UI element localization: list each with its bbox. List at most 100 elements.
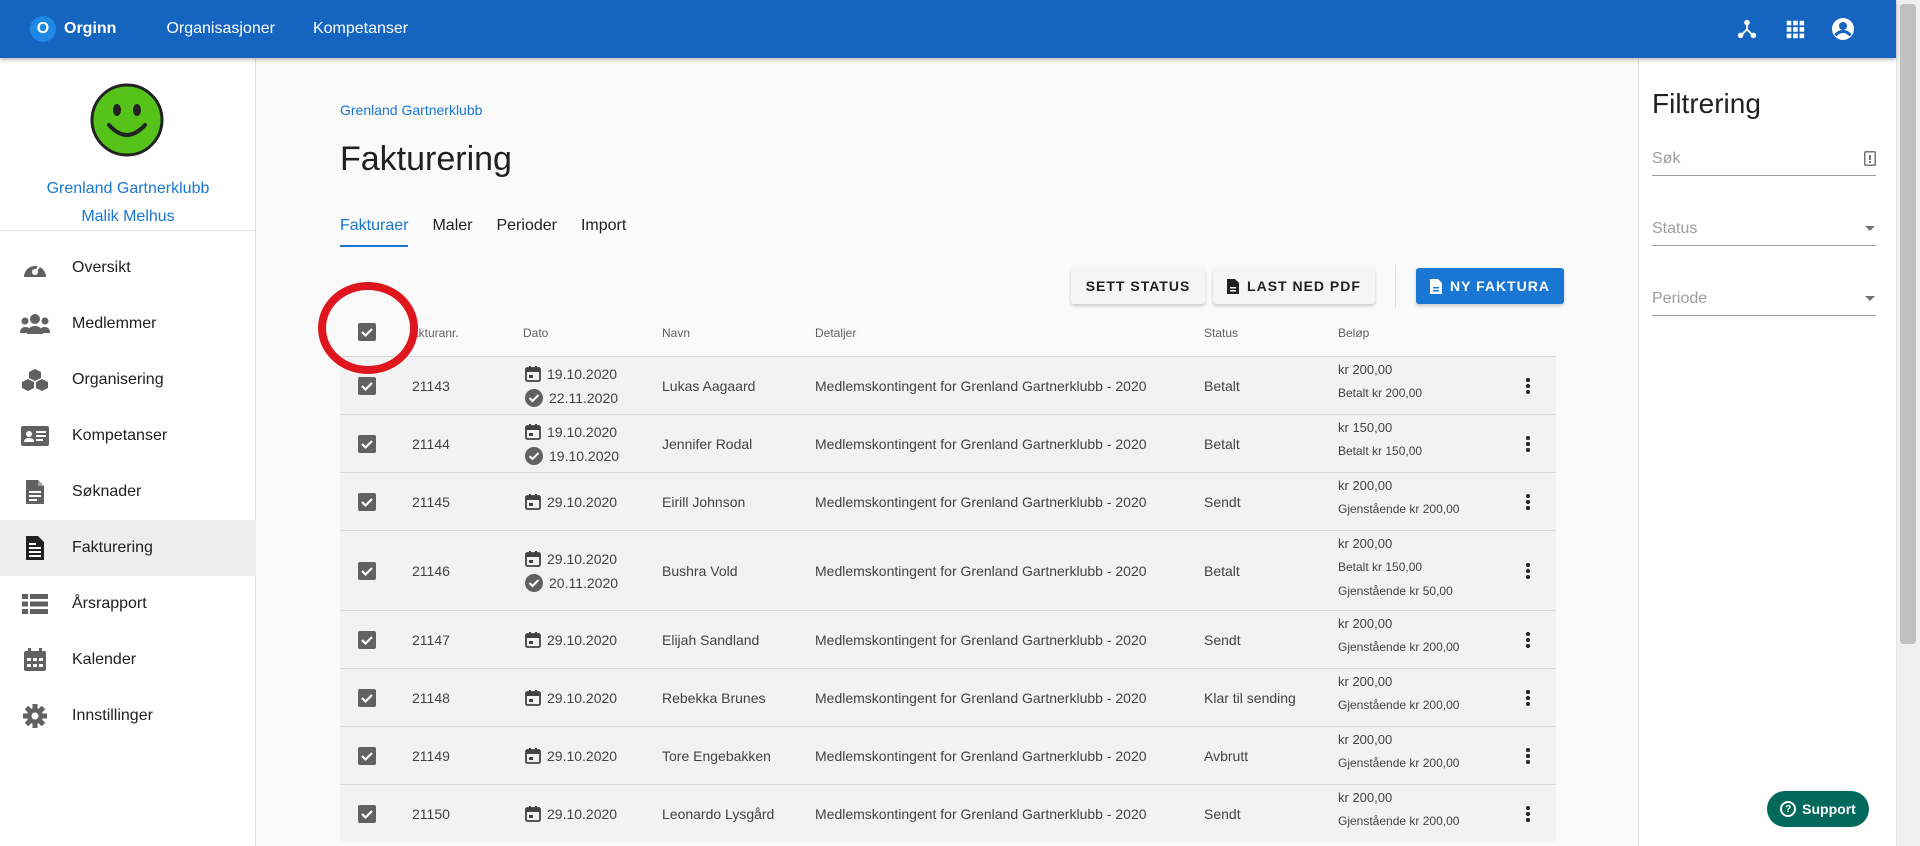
tab-maler[interactable]: Maler — [432, 217, 472, 247]
breadcrumb[interactable]: Grenland Gartnerklubb — [340, 102, 482, 118]
filter-panel: Filtrering Søk Status Periode ? Support — [1638, 58, 1896, 846]
row-checkbox[interactable] — [357, 804, 377, 824]
customer-name: Elijah Sandland — [662, 632, 760, 648]
column-header-navn[interactable]: Navn — [662, 326, 690, 340]
amount-line: Gjenstående kr 200,00 — [1338, 640, 1460, 654]
support-button[interactable]: ? Support — [1767, 791, 1869, 827]
date-cell: 29.10.2020 — [525, 802, 617, 826]
nav-organisasjoner[interactable]: Organisasjoner — [166, 20, 275, 38]
search-field[interactable]: Søk — [1652, 142, 1876, 176]
table-row[interactable]: 21148 29.10.2020 Rebekka Brunes Medlemskont… — [340, 668, 1556, 726]
column-header-detaljer[interactable]: Detaljer — [815, 326, 856, 340]
page-scrollbar[interactable] — [1896, 0, 1920, 846]
invoice-details: Medlemskontingent for Grenland Gartnerkl… — [815, 494, 1147, 510]
date-value: 19.10.2020 — [547, 366, 618, 382]
calendar-icon — [525, 748, 547, 764]
tab-perioder[interactable]: Perioder — [496, 217, 556, 247]
date-line: 20.11.2020 — [525, 571, 618, 595]
scrollbar-thumb[interactable] — [1900, 4, 1916, 644]
new-invoice-button[interactable]: NY FAKTURA — [1416, 268, 1564, 304]
nav-kompetanser[interactable]: Kompetanser — [313, 20, 408, 38]
invoice-status: Betalt — [1204, 378, 1240, 394]
more-vert-icon[interactable] — [1516, 802, 1540, 826]
row-checkbox[interactable] — [357, 746, 377, 766]
date-cell: 19.10.2020 22.11.2020 — [525, 362, 618, 410]
invoice-icon — [20, 533, 50, 563]
status-select[interactable]: Status — [1652, 212, 1876, 246]
row-checkbox[interactable] — [357, 376, 377, 396]
amount-line: kr 200,00 — [1338, 536, 1393, 551]
sidebar-item-kompetanser[interactable]: Kompetanser — [0, 408, 256, 464]
table-row[interactable]: 21146 29.10.2020 20.11.2020 Bushra Vold Medl… — [340, 530, 1556, 610]
customer-name: Leonardo Lysgård — [662, 806, 775, 822]
row-checkbox[interactable] — [357, 630, 377, 650]
sidebar-item-label: Fakturering — [72, 539, 153, 556]
sidebar-item-label: Medlemmer — [72, 315, 157, 332]
sidebar-item-organisering[interactable]: Organisering — [0, 352, 256, 408]
amount-line: kr 200,00 — [1338, 478, 1393, 493]
column-header-dato[interactable]: Dato — [523, 326, 548, 340]
toolbar-divider — [1395, 266, 1396, 308]
calendar-icon — [525, 806, 547, 822]
amount-line: kr 200,00 — [1338, 732, 1393, 747]
date-value: 29.10.2020 — [547, 748, 618, 764]
sidebar-item-kalender[interactable]: Kalender — [0, 632, 256, 688]
download-pdf-button[interactable]: LAST NED PDF — [1213, 268, 1375, 304]
sidebar-item-label: Organisering — [72, 371, 164, 388]
filter-title: Filtrering — [1652, 88, 1761, 119]
tab-import[interactable]: Import — [581, 217, 626, 247]
amount-cell: kr 200,00 Gjenstående kr 200,00 — [1338, 787, 1459, 833]
tab-bar: Fakturaer Maler Perioder Import — [340, 217, 626, 247]
account-circle-icon[interactable] — [1828, 14, 1858, 44]
sidebar-item-fakturering[interactable]: Fakturering — [0, 520, 256, 576]
amount-line: Gjenstående kr 200,00 — [1338, 814, 1460, 828]
org-name[interactable]: Grenland Gartnerklubb — [0, 180, 256, 198]
more-vert-icon[interactable] — [1516, 374, 1540, 398]
check-circle-icon — [525, 574, 549, 592]
amount-line: kr 200,00 — [1338, 362, 1393, 377]
user-name[interactable]: Malik Melhus — [0, 208, 256, 226]
table-row[interactable]: 21147 29.10.2020 Elijah Sandland Medlemskon… — [340, 610, 1556, 668]
column-header-status[interactable]: Status — [1204, 326, 1238, 340]
sidebar-item-label: Årsrapport — [72, 595, 147, 612]
table-row[interactable]: 21143 19.10.2020 22.11.2020 Lukas Aagaard Me… — [340, 356, 1556, 414]
more-vert-icon[interactable] — [1516, 628, 1540, 652]
calendar-icon — [525, 690, 547, 706]
invoice-details: Medlemskontingent for Grenland Gartnerkl… — [815, 690, 1147, 706]
tab-fakturaer[interactable]: Fakturaer — [340, 217, 409, 247]
date-value: 29.10.2020 — [547, 551, 618, 567]
more-vert-icon[interactable] — [1516, 432, 1540, 456]
sidebar-item-medlemmer[interactable]: Medlemmer — [0, 296, 256, 352]
invoice-number: 21150 — [412, 806, 450, 822]
customer-name: Eirill Johnson — [662, 494, 746, 510]
sidebar-item-arsrapport[interactable]: Årsrapport — [0, 576, 256, 632]
app-logo[interactable]: O Orginn — [30, 16, 116, 42]
column-header-belop[interactable]: Beløp — [1338, 326, 1369, 340]
sidebar-item-label: Kalender — [72, 651, 137, 668]
table-row[interactable]: 21149 29.10.2020 Tore Engebakken Medlemskon… — [340, 726, 1556, 784]
set-status-button[interactable]: SETT STATUS — [1071, 268, 1205, 304]
hierarchy-icon[interactable] — [1732, 14, 1762, 44]
period-select[interactable]: Periode — [1652, 282, 1876, 316]
more-vert-icon[interactable] — [1516, 559, 1540, 583]
row-checkbox[interactable] — [357, 434, 377, 454]
sidebar-item-soknader[interactable]: Søknader — [0, 464, 256, 520]
sidebar-item-label: Søknader — [72, 483, 142, 500]
sidebar-item-innstillinger[interactable]: Innstillinger — [0, 688, 256, 744]
column-header-fakturanr[interactable]: akturanr. — [412, 326, 459, 340]
date-cell: 29.10.2020 — [525, 490, 617, 514]
table-row[interactable]: 21150 29.10.2020 Leonardo Lysgård Medlemsko… — [340, 784, 1556, 842]
more-vert-icon[interactable] — [1516, 744, 1540, 768]
more-vert-icon[interactable] — [1516, 686, 1540, 710]
row-checkbox[interactable] — [357, 492, 377, 512]
table-row[interactable]: 21145 29.10.2020 Eirill Johnson Medlemskont… — [340, 472, 1556, 530]
invoice-details: Medlemskontingent for Grenland Gartnerkl… — [815, 378, 1147, 394]
row-checkbox[interactable] — [357, 688, 377, 708]
sidebar-item-oversikt[interactable]: Oversikt — [0, 240, 256, 296]
invoice-status: Sendt — [1204, 806, 1241, 822]
table-row[interactable]: 21144 19.10.2020 19.10.2020 Jennifer Rodal M… — [340, 414, 1556, 472]
apps-grid-icon[interactable] — [1780, 14, 1810, 44]
row-checkbox[interactable] — [357, 561, 377, 581]
invoice-number: 21144 — [412, 436, 450, 452]
more-vert-icon[interactable] — [1516, 490, 1540, 514]
